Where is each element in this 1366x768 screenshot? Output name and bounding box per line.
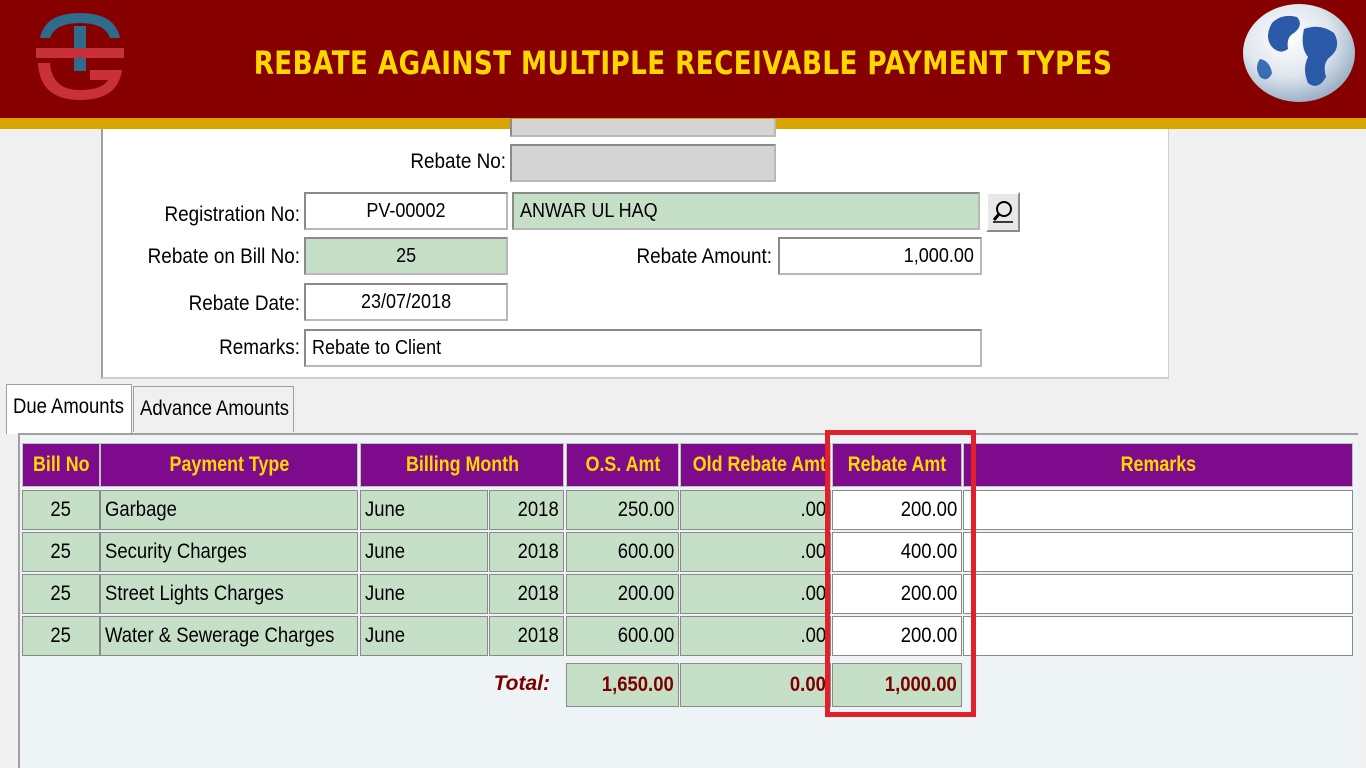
- cell-bill-no: 25: [22, 616, 100, 656]
- cell-rebate-amt-input[interactable]: 200.00: [832, 574, 962, 614]
- cell-old-rebate-amt: .00: [680, 490, 831, 530]
- cell-billing-year: 2018: [489, 574, 564, 614]
- cell-remarks-input[interactable]: [963, 490, 1353, 530]
- cell-payment-type: Garbage: [100, 490, 358, 530]
- branch-select[interactable]: [510, 119, 776, 137]
- cell-bill-no: 25: [22, 490, 100, 530]
- cell-billing-year: 2018: [489, 532, 564, 572]
- cell-os-amt: 600.00: [566, 532, 679, 572]
- registration-lookup-button[interactable]: [986, 192, 1020, 232]
- cell-remarks-input[interactable]: [963, 616, 1353, 656]
- column-header-rebate-amt: Rebate Amt: [832, 443, 962, 487]
- search-icon: [992, 201, 1013, 223]
- cell-old-rebate-amt: .00: [680, 574, 831, 614]
- total-rebate-amt: 1,000.00: [832, 663, 962, 707]
- cell-billing-year: 2018: [489, 490, 564, 530]
- column-header-os-amt: O.S. Amt: [566, 443, 679, 487]
- client-name-field: ANWAR UL HAQ: [512, 192, 980, 230]
- total-old-rebate-amt: 0.00: [680, 663, 831, 707]
- bill-no-field[interactable]: 25: [304, 237, 508, 275]
- cell-rebate-amt-input[interactable]: 200.00: [832, 490, 962, 530]
- cell-os-amt: 200.00: [566, 574, 679, 614]
- rebate-amount-label: Rebate Amount:: [636, 245, 772, 268]
- cell-billing-month: June: [360, 616, 488, 656]
- column-header-old-rebate-amt: Old Rebate Amt: [680, 443, 831, 487]
- cell-rebate-amt-input[interactable]: 400.00: [832, 532, 962, 572]
- cell-bill-no: 25: [22, 574, 100, 614]
- remarks-field[interactable]: Rebate to Client: [304, 329, 982, 367]
- rebate-date-field[interactable]: 23/07/2018: [304, 283, 508, 321]
- total-label: Total:: [493, 672, 550, 695]
- registration-no-label: Registration No:: [164, 203, 300, 226]
- cell-rebate-amt-input[interactable]: 200.00: [832, 616, 962, 656]
- rebate-no-label: Rebate No:: [410, 150, 506, 173]
- column-header-remarks: Remarks: [963, 443, 1353, 487]
- cell-billing-month: June: [360, 574, 488, 614]
- cell-os-amt: 600.00: [566, 616, 679, 656]
- cell-payment-type: Water & Sewerage Charges: [100, 616, 358, 656]
- tab-advance-amounts[interactable]: Advance Amounts: [133, 386, 294, 432]
- page-title: Rebate Against Multiple Receivable Payme…: [253, 44, 1113, 82]
- tab-due-amounts[interactable]: Due Amounts: [6, 384, 132, 434]
- cell-remarks-input[interactable]: [963, 532, 1353, 572]
- remarks-label: Remarks:: [219, 336, 300, 359]
- cell-old-rebate-amt: .00: [680, 532, 831, 572]
- column-header-bill-no: Bill No: [22, 443, 100, 487]
- cell-old-rebate-amt: .00: [680, 616, 831, 656]
- rebate-no-field: [510, 144, 776, 182]
- bill-no-label: Rebate on Bill No:: [147, 245, 300, 268]
- cell-billing-month: June: [360, 532, 488, 572]
- globe-icon: [1243, 4, 1355, 102]
- company-logo: [36, 13, 124, 100]
- registration-no-field[interactable]: PV-00002: [304, 192, 508, 230]
- cell-billing-year: 2018: [489, 616, 564, 656]
- total-os-amt: 1,650.00: [566, 663, 679, 707]
- column-header-billing-month: Billing Month: [360, 443, 564, 487]
- rebate-date-label: Rebate Date:: [188, 292, 300, 315]
- cell-payment-type: Security Charges: [100, 532, 358, 572]
- cell-bill-no: 25: [22, 532, 100, 572]
- rebate-amount-field[interactable]: 1,000.00: [778, 237, 982, 275]
- cell-os-amt: 250.00: [566, 490, 679, 530]
- cell-remarks-input[interactable]: [963, 574, 1353, 614]
- cell-payment-type: Street Lights Charges: [100, 574, 358, 614]
- column-header-payment-type: Payment Type: [100, 443, 358, 487]
- cell-billing-month: June: [360, 490, 488, 530]
